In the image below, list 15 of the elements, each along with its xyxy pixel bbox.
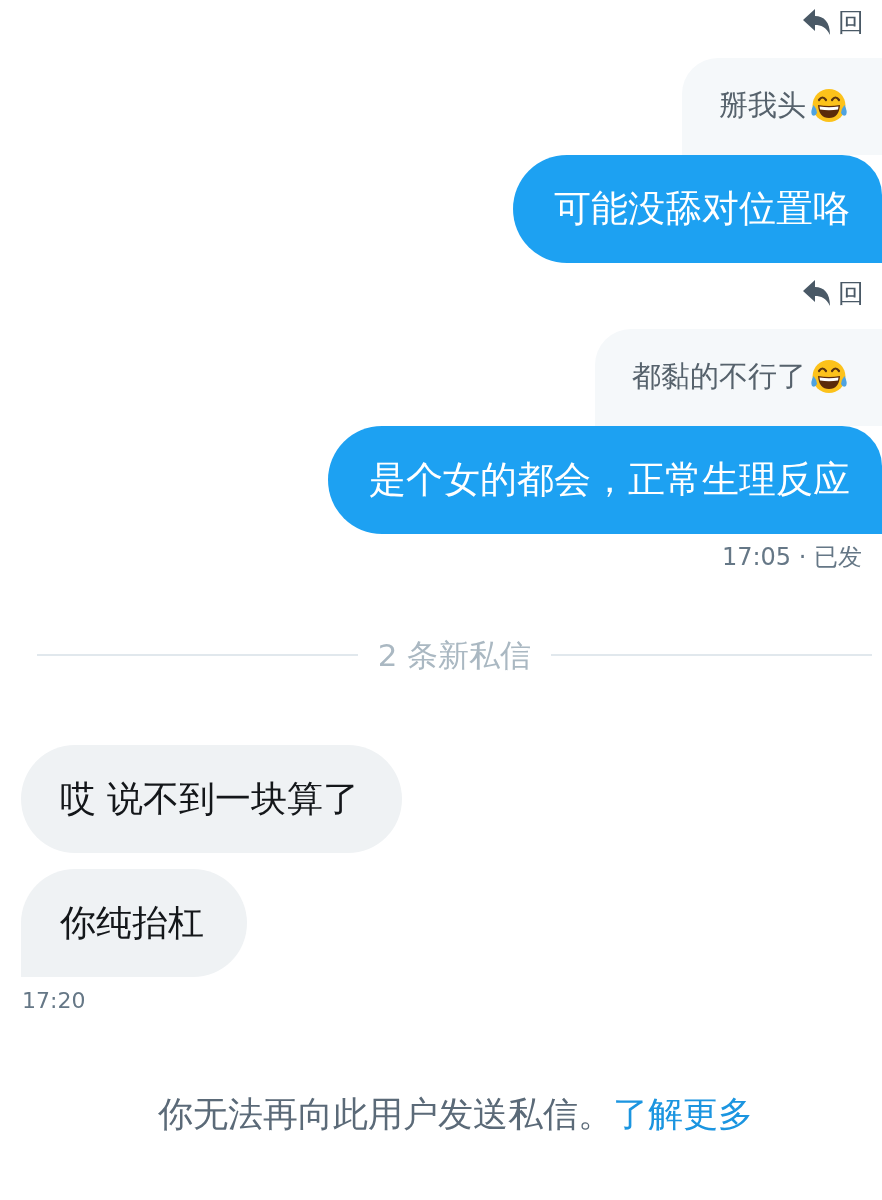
blocked-notice: 你无法再向此用户发送私信。了解更多 <box>157 1093 753 1136</box>
quoted-message-text: 掰我头 <box>719 87 806 123</box>
reply-icon <box>803 280 830 306</box>
quoted-message-text: 都黏的不行了 <box>632 358 806 394</box>
learn-more-link[interactable]: 了解更多 <box>612 1094 753 1134</box>
reply-label: 回 <box>838 279 864 307</box>
sent-timestamp: 17:05 · 已发 <box>721 545 862 570</box>
reply-label: 回 <box>838 8 864 36</box>
received-message-bubble: 哎 说不到一块算了 <box>21 745 403 853</box>
reply-icon <box>803 9 830 35</box>
received-timestamp: 17:20 <box>22 989 86 1013</box>
received-message-bubble: 你纯抬杠 <box>21 869 247 977</box>
new-messages-divider-label: 2 条新私信 <box>377 636 532 675</box>
sent-message-bubble: 是个女的都会，正常生理反应 <box>328 426 882 534</box>
sent-message-bubble: 可能没舔对位置咯 <box>513 155 882 263</box>
